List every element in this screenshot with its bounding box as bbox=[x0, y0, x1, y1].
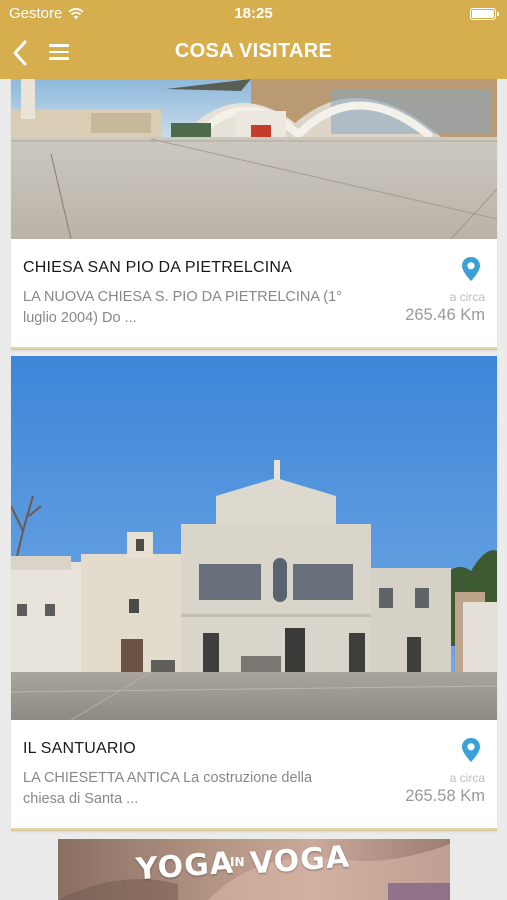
place-card[interactable]: CHIESA SAN PIO DA PIETRELCINA LA NUOVA C… bbox=[11, 79, 497, 349]
place-name: CHIESA SAN PIO DA PIETRELCINA bbox=[23, 259, 292, 276]
status-time: 18:25 bbox=[234, 5, 273, 22]
ad-banner-word: VOGA bbox=[248, 839, 352, 882]
place-description: LA NUOVA CHIESA S. PIO DA PIETRELCINA (1… bbox=[23, 289, 342, 326]
page-title: COSA VISITARE bbox=[174, 40, 333, 62]
place-info: CHIESA SAN PIO DA PIETRELCINA LA NUOVA C… bbox=[11, 239, 497, 347]
status-bar: Gestore 18:25 bbox=[0, 0, 507, 28]
top-bar: Gestore 18:25 COSA VISITARE bbox=[0, 0, 507, 79]
place-name: IL SANTUARIO bbox=[23, 740, 136, 757]
distance-value: 265.46 Km bbox=[405, 306, 485, 324]
location-pin-icon[interactable] bbox=[461, 737, 481, 763]
place-photo bbox=[11, 79, 497, 239]
distance-prefix: a circa bbox=[449, 290, 485, 304]
ad-banner-small-word: IN bbox=[230, 855, 245, 869]
ad-banner-word: YOGA bbox=[134, 845, 236, 888]
distance-prefix: a circa bbox=[449, 771, 485, 785]
place-description: LA CHIESETTA ANTICA La costruzione della… bbox=[23, 770, 313, 807]
location-pin-icon[interactable] bbox=[461, 256, 481, 282]
place-photo bbox=[11, 356, 497, 720]
place-info: IL SANTUARIO LA CHIESETTA ANTICA La cost… bbox=[11, 720, 497, 828]
ad-banner[interactable]: YOGA IN VOGA bbox=[58, 839, 450, 900]
place-card[interactable]: IL SANTUARIO LA CHIESETTA ANTICA La cost… bbox=[11, 356, 497, 830]
battery-icon bbox=[470, 8, 499, 20]
distance-value: 265.58 Km bbox=[405, 787, 485, 805]
navigation-bar: COSA VISITARE bbox=[0, 28, 507, 79]
